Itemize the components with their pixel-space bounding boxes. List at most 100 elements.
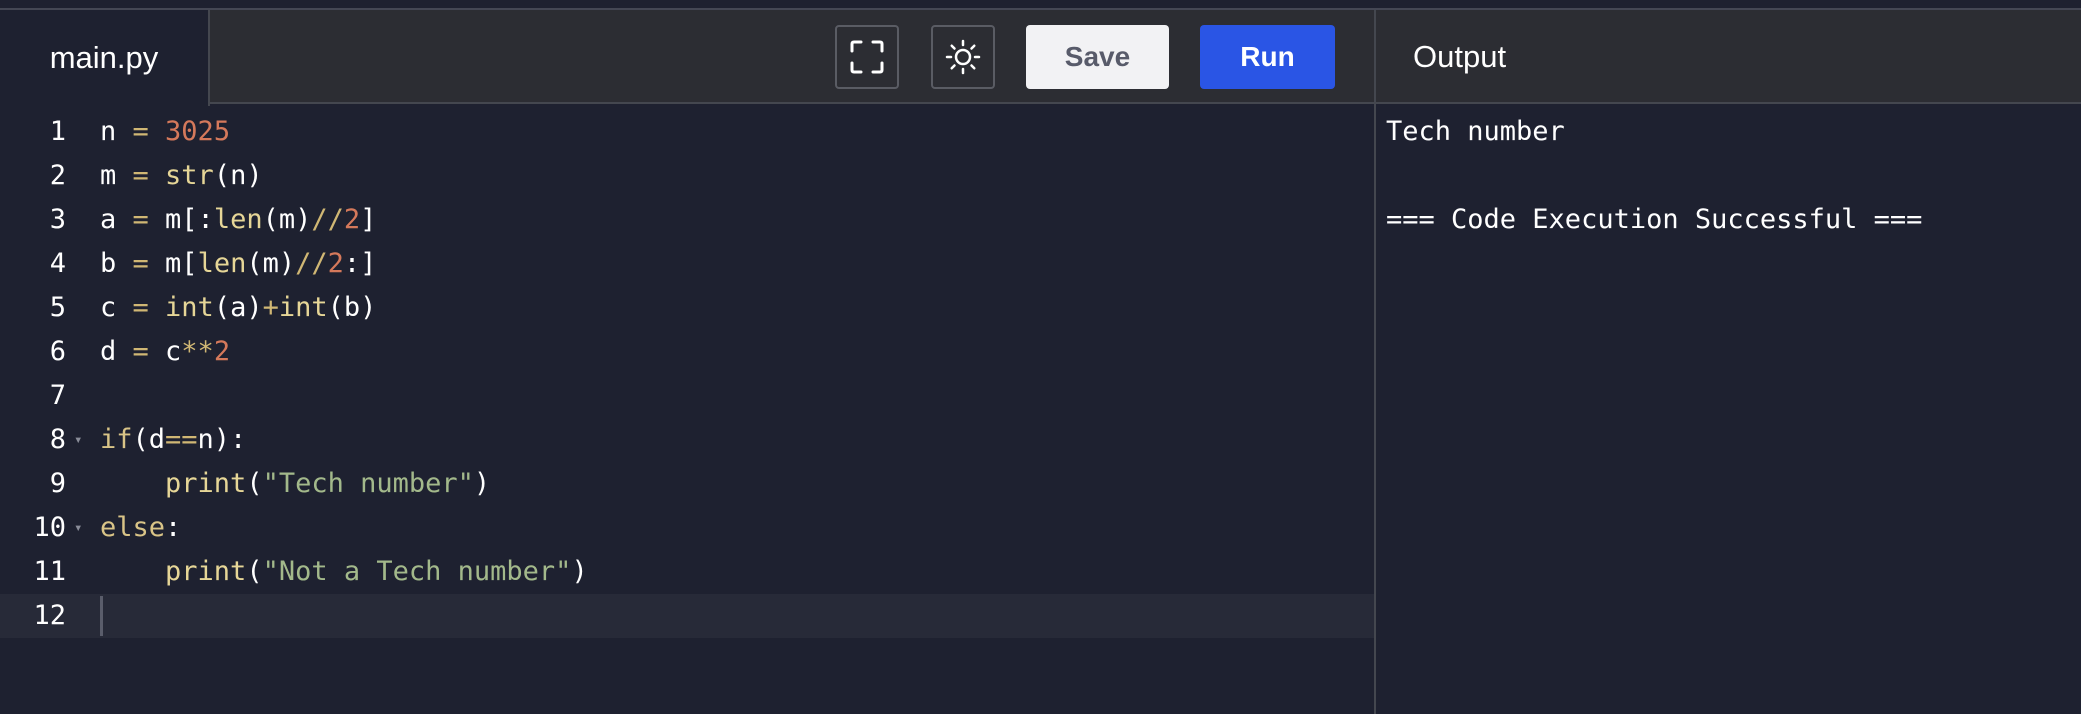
text-cursor [100, 596, 103, 636]
code-token: else [100, 512, 166, 543]
line-number: 2 [49, 160, 66, 191]
code-text: b = m[len(m)//2:] [100, 242, 376, 286]
code-token: ( [246, 468, 263, 499]
code-token: m[: [148, 204, 214, 235]
code-token: print [165, 468, 247, 499]
line-number: 10 [33, 512, 66, 543]
code-text: c = int(a)+int(b) [100, 286, 376, 330]
code-token: b [100, 248, 133, 279]
code-token: // [311, 204, 344, 235]
code-token: 2 [213, 336, 231, 367]
code-token: (n) [213, 160, 263, 191]
code-token: = [132, 336, 149, 367]
code-line[interactable]: 5 c = int(a)+int(b) [0, 286, 1374, 330]
code-token: ** [181, 336, 214, 367]
output-console: Tech number === Code Execution Successful… [1386, 106, 2076, 242]
code-token: = [132, 116, 149, 147]
fold-arrow-icon[interactable]: ▾ [74, 418, 82, 462]
code-token: (m) [262, 204, 312, 235]
code-text: m = str(n) [100, 154, 263, 198]
code-token: ( [246, 556, 263, 587]
code-token: ) [571, 556, 588, 587]
code-token: // [295, 248, 328, 279]
code-token: if [100, 424, 133, 455]
code-token: (b) [327, 292, 377, 323]
code-token: print [165, 556, 247, 587]
line-number: 6 [49, 336, 66, 367]
fullscreen-icon [850, 40, 884, 74]
code-token: int [278, 292, 328, 323]
code-line[interactable]: 8 ▾ if(d==n): [0, 418, 1374, 462]
code-token: m [100, 160, 133, 191]
theme-toggle-button[interactable] [931, 25, 995, 89]
code-token: len [213, 204, 263, 235]
code-token: : [165, 512, 182, 543]
file-tab-main-py[interactable]: main.py [0, 10, 210, 106]
code-token: (d [132, 424, 166, 455]
code-line[interactable]: 11 print("Not a Tech number") [0, 550, 1374, 594]
code-text: if(d==n): [100, 418, 246, 462]
code-text: d = c**2 [100, 330, 230, 374]
line-number: 9 [49, 468, 66, 499]
line-number: 4 [49, 248, 66, 279]
line-number: 12 [33, 600, 66, 631]
code-token: (m) [246, 248, 296, 279]
panel-divider[interactable] [1374, 10, 1376, 714]
code-editor[interactable]: 1 n = 3025 2 m = str(n) 3 a = m[:len(m)//2] 4 b… [0, 106, 1374, 714]
code-token: n [100, 116, 133, 147]
code-token: == [165, 424, 198, 455]
code-token: + [262, 292, 279, 323]
code-text: print("Tech number") [100, 462, 490, 506]
run-button[interactable]: Run [1200, 25, 1335, 89]
code-line[interactable]: 1 n = 3025 [0, 110, 1374, 154]
code-token: a [100, 204, 133, 235]
code-token: d [100, 336, 133, 367]
code-text: a = m[:len(m)//2] [100, 198, 376, 242]
line-number: 7 [49, 380, 66, 411]
code-text: n = 3025 [100, 110, 230, 154]
code-line[interactable]: 9 print("Tech number") [0, 462, 1374, 506]
code-token: = [132, 248, 149, 279]
line-number: 11 [33, 556, 66, 587]
code-line[interactable]: 12 [0, 594, 1374, 638]
code-token: 2 [343, 204, 361, 235]
code-line[interactable]: 7 [0, 374, 1374, 418]
code-token: ) [473, 468, 491, 499]
output-line: Tech number [1386, 116, 1565, 147]
save-button[interactable]: Save [1026, 25, 1169, 89]
code-token: ] [360, 204, 377, 235]
code-token: c [148, 336, 182, 367]
line-number: 5 [49, 292, 66, 323]
sun-icon [945, 39, 981, 75]
code-token: "Not a Tech number" [262, 556, 572, 587]
code-token: = [132, 204, 149, 235]
code-token: 2 [327, 248, 344, 279]
code-token: 3025 [165, 116, 231, 147]
fullscreen-button[interactable] [835, 25, 899, 89]
code-token: c [100, 292, 133, 323]
code-token: n): [197, 424, 247, 455]
fold-arrow-icon[interactable]: ▾ [74, 506, 82, 550]
code-token: :] [343, 248, 377, 279]
code-token: int [165, 292, 214, 323]
line-number: 1 [49, 116, 66, 147]
code-text: print("Not a Tech number") [100, 550, 588, 594]
code-token: len [197, 248, 247, 279]
line-number: 8 [49, 424, 66, 455]
code-token: = [132, 160, 149, 191]
code-line[interactable]: 10 ▾ else: [0, 506, 1374, 550]
code-token: = [132, 292, 149, 323]
code-text: else: [100, 506, 181, 550]
code-line[interactable]: 2 m = str(n) [0, 154, 1374, 198]
code-line[interactable]: 6 d = c**2 [0, 330, 1374, 374]
code-token: "Tech number" [262, 468, 474, 499]
code-line[interactable]: 4 b = m[len(m)//2:] [0, 242, 1374, 286]
output-panel-title: Output [1413, 39, 1507, 74]
code-line[interactable]: 3 a = m[:len(m)//2] [0, 198, 1374, 242]
